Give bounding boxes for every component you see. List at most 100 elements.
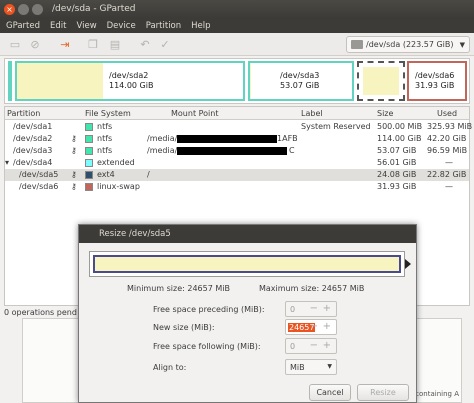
increment-icon[interactable]: + bbox=[323, 322, 331, 332]
row-partition: /dev/sda3 bbox=[13, 146, 53, 155]
row-mountpoint-tail: 1AFB bbox=[277, 134, 298, 143]
col-label[interactable]: Label bbox=[301, 109, 323, 118]
expander-icon[interactable]: ▾ bbox=[5, 158, 9, 167]
align-to-select[interactable]: MiB ▼ bbox=[285, 359, 337, 375]
fs-color-swatch bbox=[85, 135, 93, 143]
device-selector-value: /dev/sda (223.57 GiB) bbox=[366, 40, 454, 49]
menu-gparted[interactable]: GParted bbox=[6, 21, 40, 31]
row-partition: /dev/sda4 bbox=[13, 158, 53, 167]
undo-icon[interactable]: ↶ bbox=[138, 37, 152, 51]
toolbar: ▭ ⊘ ⇥ ❐ ▤ ↶ ✓ /dev/sda (223.57 GiB) ▼ bbox=[0, 33, 474, 56]
status-bar: 0 operations pend bbox=[4, 308, 77, 317]
dialog-title: Resize /dev/sda5 bbox=[79, 225, 416, 243]
disk-part-name: /dev/sda2 bbox=[109, 71, 149, 80]
table-row[interactable]: /dev/sda3 ⚷ ntfs /media/ C 53.07 GiB 96.… bbox=[5, 145, 469, 157]
disk-part-sda3[interactable]: /dev/sda3 53.07 GiB bbox=[248, 61, 354, 101]
chevron-down-icon: ▼ bbox=[327, 363, 332, 370]
row-partition: /dev/sda5 bbox=[19, 170, 59, 179]
menu-help[interactable]: Help bbox=[191, 21, 210, 31]
device-selector[interactable]: /dev/sda (223.57 GiB) ▼ bbox=[346, 36, 470, 53]
decrement-icon[interactable]: − bbox=[310, 322, 318, 332]
fs-color-swatch bbox=[85, 123, 93, 131]
increment-icon[interactable]: + bbox=[323, 341, 331, 351]
row-mountpoint-tail: C bbox=[289, 146, 295, 155]
resize-dialog: Resize /dev/sda5 Minimum size: 24657 MiB… bbox=[78, 224, 417, 403]
maximize-window-button[interactable] bbox=[32, 3, 43, 15]
row-size: 500.00 MiB bbox=[377, 122, 423, 131]
window-title: /dev/sda - GParted bbox=[52, 4, 136, 14]
col-filesystem[interactable]: File System bbox=[85, 109, 131, 118]
free-preceding-label: Free space preceding (MiB): bbox=[153, 305, 265, 314]
row-used: 22.82 GiB bbox=[427, 170, 467, 179]
menu-bar: GParted Edit View Device Partition Help bbox=[0, 18, 474, 33]
col-used[interactable]: Used bbox=[437, 109, 457, 118]
row-partition: /dev/sda1 bbox=[13, 122, 53, 131]
disk-part-sda2[interactable]: /dev/sda2 114.00 GiB bbox=[15, 61, 245, 101]
title-bar: × /dev/sda - GParted bbox=[0, 0, 474, 18]
redacted-block bbox=[177, 147, 287, 155]
key-icon: ⚷ bbox=[71, 170, 77, 179]
col-size[interactable]: Size bbox=[377, 109, 393, 118]
new-size-input[interactable]: 24657 − + bbox=[285, 319, 337, 335]
apply-icon[interactable]: ✓ bbox=[158, 37, 172, 51]
free-preceding-input[interactable]: 0 − + bbox=[285, 301, 337, 317]
free-following-value: 0 bbox=[290, 342, 296, 351]
minimize-window-button[interactable] bbox=[18, 3, 29, 15]
fs-color-swatch bbox=[85, 147, 93, 155]
close-window-button[interactable]: × bbox=[4, 3, 15, 15]
row-filesystem: ext4 bbox=[97, 170, 115, 179]
decrement-icon[interactable]: − bbox=[310, 341, 318, 351]
table-row[interactable]: /dev/sda2 ⚷ ntfs /media/ 1AFB 114.00 GiB… bbox=[5, 133, 469, 145]
row-filesystem: ntfs bbox=[97, 122, 113, 131]
new-partition-icon[interactable]: ▭ bbox=[8, 37, 22, 51]
menu-edit[interactable]: Edit bbox=[50, 21, 66, 31]
row-size: 56.01 GiB bbox=[377, 158, 417, 167]
resize-button[interactable]: Resize bbox=[357, 384, 409, 401]
free-following-input[interactable]: 0 − + bbox=[285, 338, 337, 354]
menu-view[interactable]: View bbox=[76, 21, 96, 31]
menu-partition[interactable]: Partition bbox=[146, 21, 181, 31]
table-row[interactable]: ▾ /dev/sda4 extended 56.01 GiB — bbox=[5, 157, 469, 169]
table-row[interactable]: /dev/sda1 ntfs System Reserved 500.00 Mi… bbox=[5, 121, 472, 133]
row-mountpoint: /media/ bbox=[147, 146, 178, 155]
table-header: Partition File System Mount Point Label … bbox=[5, 107, 469, 120]
new-size-label: New size (MiB): bbox=[153, 323, 215, 332]
row-label: System Reserved bbox=[301, 122, 371, 131]
redacted-block bbox=[177, 135, 277, 143]
copy-icon[interactable]: ❐ bbox=[86, 37, 100, 51]
resize-handle-arrow-icon[interactable] bbox=[405, 259, 411, 269]
row-filesystem: extended bbox=[97, 158, 135, 167]
row-partition: /dev/sda2 bbox=[13, 134, 53, 143]
row-size: 24.08 GiB bbox=[377, 170, 417, 179]
paste-icon[interactable]: ▤ bbox=[108, 37, 122, 51]
row-size: 31.93 GiB bbox=[377, 182, 417, 191]
row-filesystem: ntfs bbox=[97, 146, 113, 155]
row-size: 114.00 GiB bbox=[377, 134, 422, 143]
table-row[interactable]: /dev/sda6 ⚷ linux-swap 31.93 GiB — bbox=[5, 181, 469, 193]
disk-part-sda5[interactable] bbox=[357, 61, 405, 101]
row-partition: /dev/sda6 bbox=[19, 182, 59, 191]
disk-part-sda6[interactable]: /dev/sda6 31.93 GiB bbox=[407, 61, 467, 101]
fs-color-swatch bbox=[85, 183, 93, 191]
col-partition[interactable]: Partition bbox=[7, 109, 40, 118]
free-following-label: Free space following (MiB): bbox=[153, 342, 261, 351]
menu-device[interactable]: Device bbox=[107, 21, 136, 31]
disk-part-size: 53.07 GiB bbox=[280, 81, 320, 90]
delete-partition-icon[interactable]: ⊘ bbox=[28, 37, 42, 51]
disk-map: /dev/sda2 114.00 GiB /dev/sda3 53.07 GiB /… bbox=[4, 58, 470, 104]
row-size: 53.07 GiB bbox=[377, 146, 417, 155]
decrement-icon[interactable]: − bbox=[310, 304, 318, 314]
minimum-size-label: Minimum size: 24657 MiB bbox=[127, 284, 230, 293]
disk-part-name: /dev/sda3 bbox=[280, 71, 320, 80]
disk-icon bbox=[351, 40, 363, 49]
table-row-selected[interactable]: /dev/sda5 ⚷ ext4 / 24.08 GiB 22.82 GiB bbox=[5, 169, 469, 181]
resize-move-icon[interactable]: ⇥ bbox=[58, 37, 72, 51]
row-used: — bbox=[445, 182, 453, 191]
col-mountpoint[interactable]: Mount Point bbox=[171, 109, 218, 118]
increment-icon[interactable]: + bbox=[323, 304, 331, 314]
disk-part-sda1[interactable] bbox=[8, 61, 12, 101]
disk-part-name: /dev/sda6 bbox=[415, 71, 455, 80]
cancel-button[interactable]: Cancel bbox=[309, 384, 351, 401]
resize-bar[interactable] bbox=[89, 251, 405, 277]
row-used: 42.20 GiB bbox=[427, 134, 467, 143]
